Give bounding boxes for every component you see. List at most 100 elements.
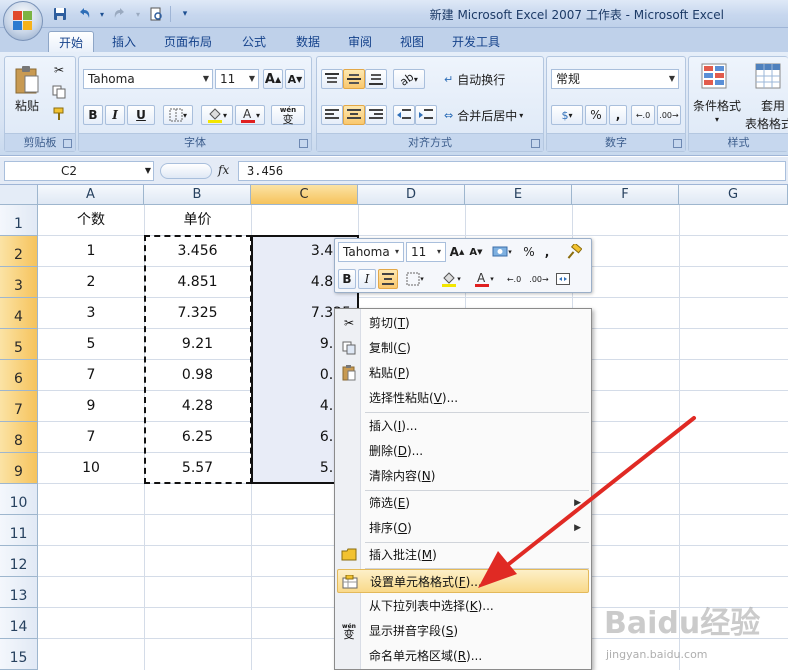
mini-shrink-font-icon[interactable]: A ▼ xyxy=(467,242,485,262)
cell-b[interactable]: 5.57 xyxy=(144,453,251,483)
number-format-combo[interactable]: 常规 ▼ xyxy=(551,69,679,89)
cell-a[interactable]: 10 xyxy=(38,453,144,483)
align-middle-icon[interactable] xyxy=(343,69,365,89)
shrink-font-button[interactable]: A ▼ xyxy=(285,69,305,89)
select-all-corner[interactable] xyxy=(0,185,38,205)
column-header-b[interactable]: B xyxy=(144,185,251,205)
comma-button[interactable]: , xyxy=(609,105,627,125)
row-header[interactable]: 2 xyxy=(0,236,38,267)
row-header[interactable]: 14 xyxy=(0,608,38,639)
tab-formulas[interactable]: 公式 xyxy=(232,31,276,52)
tab-developer[interactable]: 开发工具 xyxy=(442,31,510,52)
underline-button[interactable]: U xyxy=(127,105,155,125)
phonetic-button[interactable]: wén 变 xyxy=(271,105,305,125)
menu-item-paste-special[interactable]: 选择性粘贴(V)... xyxy=(337,386,589,410)
cell-b[interactable]: 4.28 xyxy=(144,391,251,421)
cell-b[interactable]: 7.325 xyxy=(144,298,251,328)
mini-format-painter-icon[interactable] xyxy=(561,242,587,262)
mini-increase-decimal-icon[interactable]: ←.0 xyxy=(503,269,525,289)
currency-format-button[interactable]: $ ▾ xyxy=(551,105,583,125)
dialog-launcher-icon[interactable] xyxy=(299,139,308,148)
row-header[interactable]: 6 xyxy=(0,360,38,391)
font-size-combo[interactable]: 11 ▼ xyxy=(215,69,259,89)
row-header[interactable]: 13 xyxy=(0,577,38,608)
align-left-icon[interactable] xyxy=(321,105,343,125)
row-header[interactable]: 10 xyxy=(0,484,38,515)
menu-item-paste[interactable]: 粘贴(P) xyxy=(337,361,589,385)
cell-b[interactable]: 6.25 xyxy=(144,422,251,452)
menu-item-name-range[interactable]: 命名单元格区域(R)... xyxy=(337,644,589,668)
menu-item-format-cells[interactable]: 设置单元格格式(F)... xyxy=(337,569,589,593)
mini-border-icon[interactable]: ▾ xyxy=(401,269,429,289)
row-header[interactable]: 7 xyxy=(0,391,38,422)
mini-decrease-decimal-icon[interactable]: .00→ xyxy=(527,269,551,289)
row-header[interactable]: 11 xyxy=(0,515,38,546)
increase-decimal-icon[interactable]: ←.0 xyxy=(631,105,655,125)
mini-grow-font-icon[interactable]: A ▲ xyxy=(448,242,466,262)
cell-a1[interactable]: 个数 xyxy=(38,205,144,235)
dialog-launcher-icon[interactable] xyxy=(531,139,540,148)
cell-a[interactable]: 5 xyxy=(38,329,144,359)
row-header[interactable]: 4 xyxy=(0,298,38,329)
tab-page-layout[interactable]: 页面布局 xyxy=(154,31,222,52)
menu-item-clear-contents[interactable]: 清除内容(N) xyxy=(337,464,589,488)
cut-icon[interactable]: ✂ xyxy=(49,61,69,79)
cell-b[interactable]: 3.456 xyxy=(144,236,251,266)
dialog-launcher-icon[interactable] xyxy=(63,139,72,148)
row-header[interactable]: 3 xyxy=(0,267,38,298)
cell-a[interactable]: 7 xyxy=(38,360,144,390)
tab-review[interactable]: 审阅 xyxy=(338,31,382,52)
mini-currency-icon[interactable]: ▾ xyxy=(487,242,517,262)
format-painter-icon[interactable] xyxy=(49,105,69,123)
menu-item-filter[interactable]: 筛选(E) ▶ xyxy=(337,491,589,515)
cell-a[interactable]: 7 xyxy=(38,422,144,452)
orientation-button[interactable]: ab ▾ xyxy=(393,69,425,89)
grow-font-button[interactable]: A ▲ xyxy=(263,69,283,89)
column-header-d[interactable]: D xyxy=(358,185,465,205)
tab-data[interactable]: 数据 xyxy=(286,31,330,52)
decrease-indent-icon[interactable] xyxy=(393,105,415,125)
paste-button[interactable]: 粘贴 xyxy=(9,59,45,119)
align-center-icon[interactable] xyxy=(343,105,365,125)
tab-insert[interactable]: 插入 xyxy=(102,31,146,52)
wrap-text-button[interactable]: ↵ 自动换行 xyxy=(443,69,539,89)
cell-b1[interactable]: 单价 xyxy=(144,205,251,235)
row-header[interactable]: 1 xyxy=(0,205,38,236)
tab-home[interactable]: 开始 xyxy=(48,31,95,52)
table-format-icon[interactable] xyxy=(751,61,785,91)
font-color-button[interactable]: A ▾ xyxy=(235,105,265,125)
tab-view[interactable]: 视图 xyxy=(390,31,434,52)
border-button[interactable]: ▾ xyxy=(163,105,193,125)
merge-center-button[interactable]: ⇔ 合并后居中 ▾ xyxy=(443,105,541,125)
menu-item-cut[interactable]: ✂ 剪切(T) xyxy=(337,311,589,335)
mini-font-color-icon[interactable]: A ▾ xyxy=(469,269,499,289)
align-bottom-icon[interactable] xyxy=(365,69,387,89)
bold-button[interactable]: B xyxy=(83,105,103,125)
mini-italic-button[interactable]: I xyxy=(358,269,376,289)
mini-bold-button[interactable]: B xyxy=(338,269,356,289)
font-name-combo[interactable]: Tahoma ▼ xyxy=(83,69,213,89)
mini-fill-color-icon[interactable]: ▾ xyxy=(435,269,467,289)
formula-input[interactable]: 3.456 xyxy=(238,161,786,181)
mini-font-name-combo[interactable]: Tahoma ▾ xyxy=(338,242,404,262)
mini-percent-button[interactable]: % xyxy=(520,242,538,262)
decrease-decimal-icon[interactable]: .00→ xyxy=(657,105,681,125)
column-header-a[interactable]: A xyxy=(38,185,144,205)
menu-item-delete[interactable]: 删除(D)... xyxy=(337,439,589,463)
italic-button[interactable]: I xyxy=(105,105,125,125)
column-header-g[interactable]: G xyxy=(679,185,788,205)
cell-a[interactable]: 3 xyxy=(38,298,144,328)
office-button[interactable] xyxy=(3,1,43,41)
mini-comma-button[interactable]: , xyxy=(540,242,554,262)
menu-item-show-phonetic[interactable]: wén 变 显示拼音字段(S) xyxy=(337,619,589,643)
menu-item-copy[interactable]: 复制(C) xyxy=(337,336,589,360)
cell-b[interactable]: 0.98 xyxy=(144,360,251,390)
menu-item-pick-from-list[interactable]: 从下拉列表中选择(K)... xyxy=(337,594,589,618)
mini-merge-cells-icon[interactable] xyxy=(553,269,573,289)
mini-align-center-icon[interactable] xyxy=(378,269,398,289)
percent-button[interactable]: % xyxy=(585,105,607,125)
row-header[interactable]: 8 xyxy=(0,422,38,453)
dialog-launcher-icon[interactable] xyxy=(673,139,682,148)
row-header[interactable]: 12 xyxy=(0,546,38,577)
column-header-e[interactable]: E xyxy=(465,185,572,205)
